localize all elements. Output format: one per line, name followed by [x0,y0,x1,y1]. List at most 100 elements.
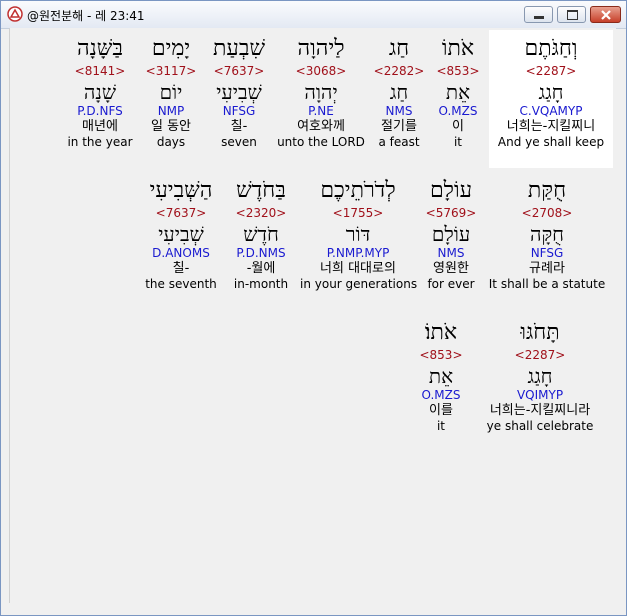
minimize-icon [534,16,544,19]
word-block[interactable]: עוֹלָם <5769> עוֹלָם NMS 영원한 for ever [420,172,482,310]
strongs-number[interactable]: <1755> [300,206,416,220]
korean-gloss: 너희 대대로의 [320,261,396,276]
strongs-number[interactable]: <3117> [138,64,204,78]
hebrew-word: לְדֹרֹתֵיכֶם [320,178,396,203]
lemma: שָׁנָה [83,80,117,104]
lemma: אֵת [428,364,454,388]
morphology: P.D.NMS [236,246,286,260]
lemma: יוֹם [159,80,183,104]
word-block[interactable]: הַשְּׁבִיעִי <7637> שְׁבִיעִי D.ANOMS 칠-… [140,172,222,310]
korean-gloss: 일 동안 [150,119,191,134]
word-block[interactable]: וְחַגֹּתֶם <2287> חָגַג C.VQAMYP 너희는-지킬찌… [489,30,613,168]
lemma: יְהוָה [304,80,338,104]
lemma: דּוֹר [345,222,371,246]
morphology: C.VQAMYP [519,104,583,118]
english-gloss: unto the LORD [277,135,365,149]
word-block[interactable]: בַּשָּׁנָה <8141> שָׁנָה P.D.NFS 매년에 in … [64,30,136,168]
english-gloss: It shall be a statute [488,277,606,291]
hebrew-word: אֹתוֹ [441,36,475,61]
strongs-number[interactable]: <3068> [274,64,368,78]
minimize-button[interactable] [524,6,553,23]
word-block[interactable]: יָמִים <3117> יוֹם NMP 일 동안 days [138,30,204,168]
strongs-number[interactable]: <2282> [370,64,428,78]
word-block[interactable]: לְדֹרֹתֵיכֶם <1755> דּוֹר P.NMP.MYP 너희 대… [300,172,418,310]
maximize-button[interactable] [557,6,586,23]
hebrew-word: בַּשָּׁנָה [77,36,123,61]
strongs-number[interactable]: <2287> [489,64,613,78]
word-block[interactable]: תָּחֹגּוּ <2287> חָגַג VQIMYP 너희는-지킬찌니라 … [476,314,604,452]
morphology: NMS [437,246,465,260]
lemma: חָגַג [538,80,564,104]
korean-gloss: 이 [452,119,464,134]
app-icon [7,6,23,22]
morphology: NFSG [222,104,256,118]
word-block[interactable]: לַיהוָה <3068> יְהוָה P.NE 여호와께 unto the… [274,30,368,168]
hebrew-word: תָּחֹגּוּ [520,320,560,345]
lemma: שְׁבִיעִי [158,222,204,246]
hebrew-word: אֹתוֹ׃ [424,320,458,345]
lemma: שְׁבִיעִי [216,80,262,104]
strongs-number[interactable]: <7637> [140,206,222,220]
hebrew-word: חַג [388,36,410,61]
korean-gloss: 칠- [172,261,190,276]
strongs-number[interactable]: <8141> [64,64,136,78]
korean-gloss: 규례라 [529,261,565,276]
english-gloss: And ye shall keep [497,135,605,149]
morphology: O.MZS [421,388,461,402]
english-gloss: it [436,419,446,433]
strongs-number[interactable]: <853> [430,64,486,78]
word-block[interactable]: אֹתוֹ <853> אֵת O.MZS 이 it [430,30,486,168]
korean-gloss: 너희는-지킬찌니라 [489,403,591,418]
hebrew-word: הַשְּׁבִיעִי [149,178,213,203]
hebrew-word: חֻקַּת [527,178,567,203]
english-gloss: days [156,135,186,149]
status-strip [1,603,626,615]
korean-gloss: 절기를 [381,119,417,134]
morphology: O.MZS [438,104,478,118]
english-gloss: in the year [67,135,133,149]
word-block[interactable]: שִׁבְעַת <7637> שְׁבִיעִי NFSG 칠- seven [206,30,272,168]
morphology: P.NMP.MYP [326,246,390,260]
korean-gloss: 너희는-지킬찌니 [506,119,596,134]
hebrew-word: יָמִים [151,36,191,61]
english-gloss: in your generations [300,277,418,291]
english-gloss: seven [221,135,257,149]
morphology: D.ANOMS [152,246,210,260]
lemma: עוֹלָם [431,222,471,246]
hebrew-word: עוֹלָם [429,178,473,203]
lemma: חֻקָּה [529,222,565,246]
hebrew-word: בַּחֹדֶשׁ [236,178,286,203]
morphology: P.NE [308,104,334,118]
word-block[interactable]: חַג <2282> חַג NMS 절기를 a feast [370,30,428,168]
lemma: אֵת [445,80,471,104]
app-window: @원전분해 - 레 23:41 וְחַגֹּתֶם <2287> חָגַג … [0,0,627,616]
morphology: P.D.NFS [77,104,123,118]
strongs-number[interactable]: <7637> [206,64,272,78]
strongs-number[interactable]: <2708> [488,206,606,220]
close-icon [601,10,611,20]
morphology: NMP [157,104,185,118]
korean-gloss: 여호와께 [297,119,345,134]
title-bar[interactable]: @원전분해 - 레 23:41 [1,1,626,29]
window-title: @원전분해 - 레 23:41 [27,9,145,23]
korean-gloss: 이를 [429,403,453,418]
korean-gloss: 칠- [230,119,248,134]
interlinear-view[interactable]: וְחַגֹּתֶם <2287> חָגַג C.VQAMYP 너희는-지킬찌… [9,28,616,603]
strongs-number[interactable]: <5769> [420,206,482,220]
english-gloss: a feast [378,135,420,149]
korean-gloss: -월에 [246,261,276,276]
word-block[interactable]: בַּחֹדֶשׁ <2320> חֹדֶשׁ P.D.NMS -월에 in-m… [226,172,296,310]
strongs-number[interactable]: <853> [412,348,470,362]
lemma: חַג [389,80,409,104]
english-gloss: for ever [427,277,475,291]
word-block[interactable]: חֻקַּת <2708> חֻקָּה NFSG 규례라 It shall b… [488,172,606,310]
lemma: חֹדֶשׁ [243,222,279,246]
hebrew-word: שִׁבְעַת [212,36,266,61]
english-gloss: the seventh [145,277,217,291]
korean-gloss: 매년에 [82,119,118,134]
close-button[interactable] [590,6,621,23]
strongs-number[interactable]: <2320> [226,206,296,220]
word-block[interactable]: אֹתוֹ׃ <853> אֵת O.MZS 이를 it [412,314,470,452]
korean-gloss: 영원한 [433,261,469,276]
strongs-number[interactable]: <2287> [476,348,604,362]
